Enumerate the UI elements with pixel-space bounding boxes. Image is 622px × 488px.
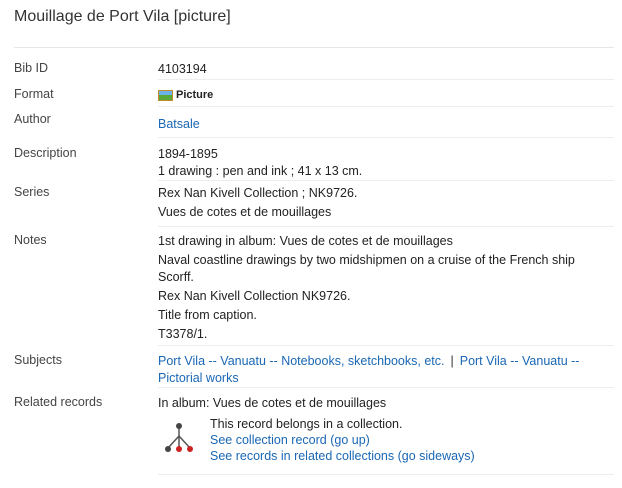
series-line: Rex Nan Kivell Collection ; NK9726. bbox=[158, 186, 358, 200]
collection-record-link[interactable]: See collection record (go up) bbox=[210, 432, 475, 448]
related-label: Related records bbox=[14, 395, 103, 409]
row-divider bbox=[158, 106, 614, 107]
notes-label: Notes bbox=[14, 233, 47, 247]
series-label: Series bbox=[14, 185, 50, 199]
notes-value: 1st drawing in album: Vues de cotes et d… bbox=[158, 233, 614, 343]
title-divider bbox=[14, 47, 614, 48]
subject-link[interactable]: Port Vila -- Vanuatu -- Notebooks, sketc… bbox=[158, 354, 444, 368]
format-value: Picture bbox=[158, 87, 614, 104]
notes-line: Rex Nan Kivell Collection NK9726. bbox=[158, 289, 351, 303]
description-line: 1 drawing : pen and ink ; 41 x 13 cm. bbox=[158, 164, 363, 178]
row-divider bbox=[158, 226, 614, 227]
record-title: Mouillage de Port Vila [picture] bbox=[14, 8, 231, 25]
notes-line: Naval coastline drawings by two midshipm… bbox=[158, 253, 575, 267]
subject-separator: | bbox=[450, 354, 454, 368]
related-collections-link[interactable]: See records in related collections (go s… bbox=[210, 448, 475, 464]
related-value: In album: Vues de cotes et de mouillages… bbox=[158, 395, 614, 463]
row-divider bbox=[158, 345, 614, 346]
author-label: Author bbox=[14, 112, 51, 126]
collection-note: This record belongs in a collection. bbox=[210, 417, 403, 431]
row-divider bbox=[158, 79, 614, 80]
row-divider bbox=[158, 387, 614, 388]
series-line: Vues de cotes et de mouillages bbox=[158, 205, 332, 219]
notes-line: 1st drawing in album: Vues de cotes et d… bbox=[158, 234, 453, 248]
album-line: In album: Vues de cotes et de mouillages bbox=[158, 396, 387, 410]
description-line: 1894-1895 bbox=[158, 147, 218, 161]
bib-id-value: 4103194 bbox=[158, 62, 207, 76]
row-divider bbox=[158, 137, 614, 138]
record-page: Mouillage de Port Vila [picture] Bib ID … bbox=[0, 0, 622, 488]
row-divider bbox=[158, 474, 614, 475]
subjects-value: Port Vila -- Vanuatu -- Notebooks, sketc… bbox=[158, 353, 614, 387]
bib-id-label: Bib ID bbox=[14, 61, 49, 75]
format-label: Format bbox=[14, 87, 54, 101]
notes-line: Scorff. bbox=[158, 270, 194, 284]
description-label: Description bbox=[14, 146, 77, 160]
author-link[interactable]: Batsale bbox=[158, 117, 200, 131]
picture-icon bbox=[158, 90, 173, 101]
format-text: Picture bbox=[176, 89, 214, 101]
series-value: Rex Nan Kivell Collection ; NK9726. Vues… bbox=[158, 185, 614, 221]
row-divider bbox=[158, 180, 614, 181]
collection-tree-icon bbox=[165, 423, 193, 452]
notes-line: T3378/1. bbox=[158, 327, 208, 341]
subjects-label: Subjects bbox=[14, 353, 62, 367]
notes-line: Title from caption. bbox=[158, 308, 257, 322]
collection-text: This record belongs in a collection. See… bbox=[210, 416, 475, 464]
description-value: 1894-1895 1 drawing : pen and ink ; 41 x… bbox=[158, 146, 614, 180]
